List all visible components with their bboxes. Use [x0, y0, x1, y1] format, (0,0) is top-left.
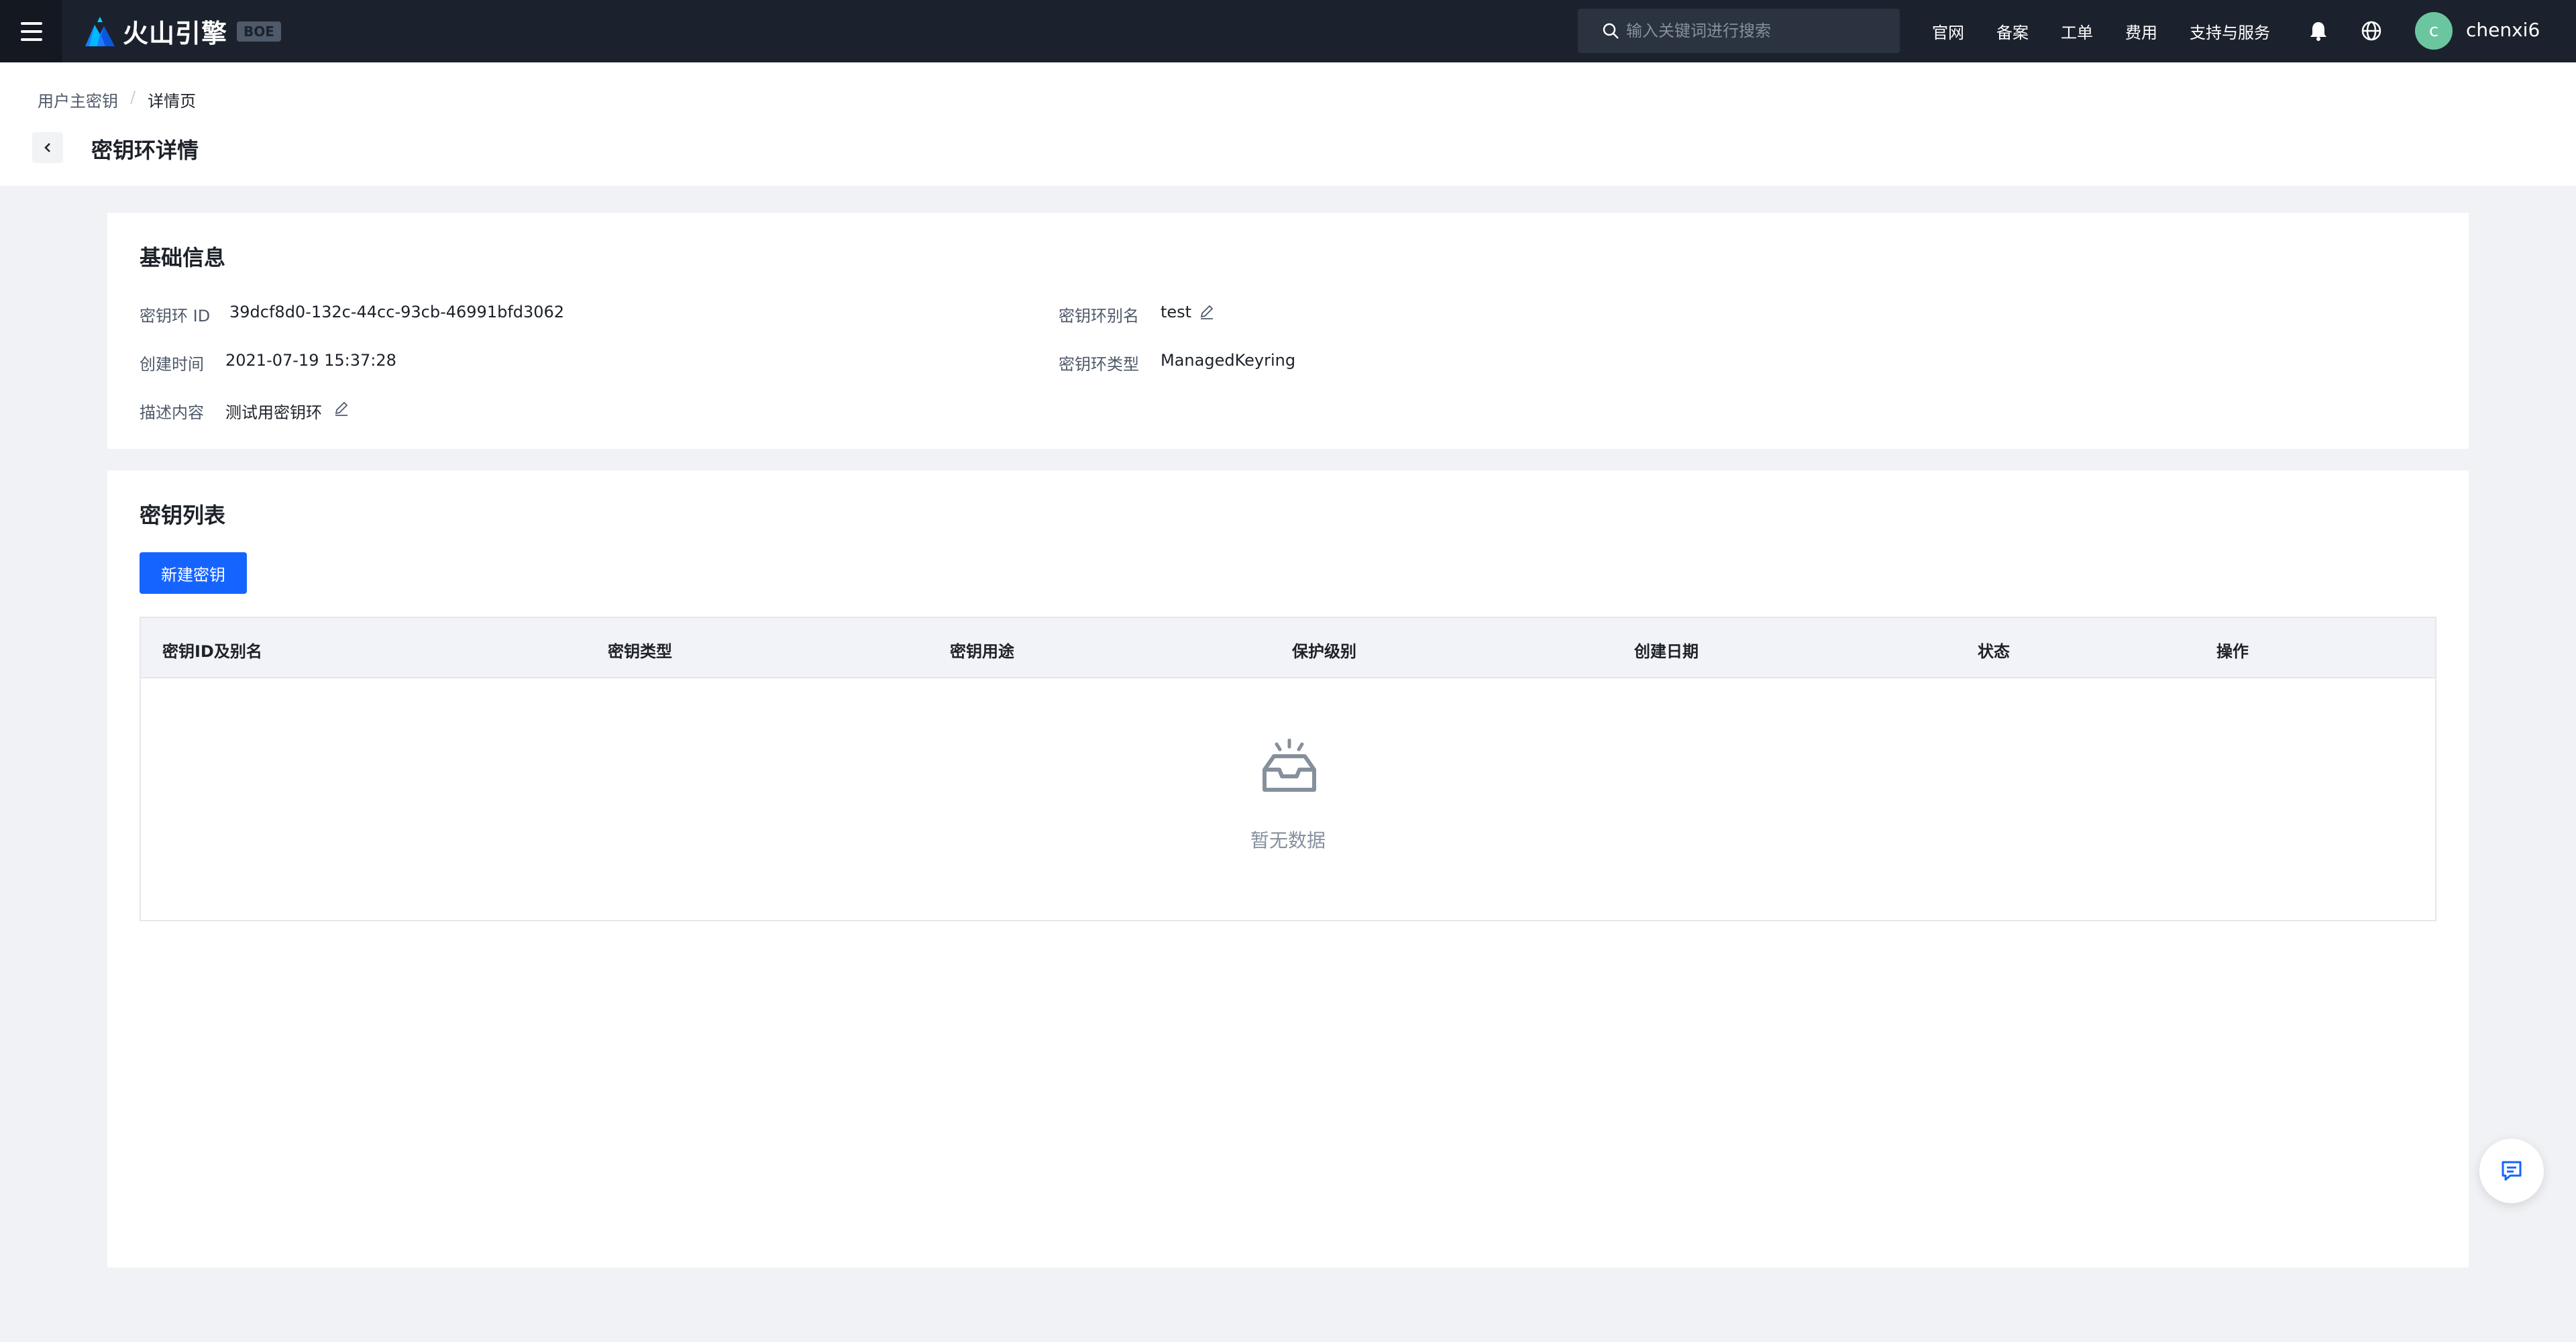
back-button[interactable] [32, 132, 63, 163]
top-navigation-bar: 火山引擎 BOE 官网 备案 工单 费用 支持与服务 c chenxi6 [0, 0, 2576, 62]
key-list-card: 密钥列表 新建密钥 密钥ID及别名 密钥类型 密钥用途 保护级别 创建日期 状态… [107, 470, 2469, 1268]
top-nav-links: 官网 备案 工单 费用 支持与服务 [1932, 0, 2302, 62]
feedback-chat-button[interactable] [2479, 1139, 2544, 1203]
edit-alias-icon[interactable] [1198, 303, 1216, 320]
brand-logo[interactable]: 火山引擎 BOE [83, 13, 281, 50]
language-globe-icon[interactable] [2359, 19, 2383, 43]
column-header-status: 状态 [1978, 642, 2010, 661]
nav-link-filing[interactable]: 备案 [1996, 19, 2029, 43]
description-label: 描述内容 [140, 403, 204, 422]
search-input[interactable] [1625, 21, 1893, 41]
edit-description-icon[interactable] [333, 399, 350, 417]
notification-bell-icon[interactable] [2306, 19, 2330, 43]
key-list-title: 密钥列表 [140, 503, 226, 528]
description-value: 测试用密钥环 [225, 403, 322, 422]
nav-link-official-site[interactable]: 官网 [1932, 19, 1964, 43]
keyring-id-value: 39dcf8d0-132c-44cc-93cb-46991bfd3062 [229, 303, 565, 321]
nav-link-ticket[interactable]: 工单 [2061, 19, 2093, 43]
column-header-key-usage: 密钥用途 [950, 642, 1014, 661]
page-header: 用户主密钥 / 详情页 密钥环详情 [0, 62, 2576, 186]
column-header-key-id: 密钥ID及别名 [162, 642, 262, 661]
created-time-label: 创建时间 [140, 355, 204, 374]
create-key-button[interactable]: 新建密钥 [140, 552, 247, 594]
breadcrumb: 用户主密钥 / 详情页 [38, 88, 196, 111]
column-header-created-date: 创建日期 [1634, 642, 1699, 661]
column-header-key-type: 密钥类型 [608, 642, 672, 661]
column-header-protection-level: 保护级别 [1292, 642, 1356, 661]
nav-link-support[interactable]: 支持与服务 [2190, 19, 2270, 43]
env-badge: BOE [237, 21, 281, 42]
empty-inbox-icon [1263, 739, 1316, 792]
breadcrumb-separator: / [130, 88, 136, 107]
user-avatar[interactable]: c [2415, 12, 2453, 50]
keyring-alias-value: test [1161, 303, 1192, 321]
keyring-alias-label: 密钥环别名 [1059, 307, 1139, 325]
breadcrumb-item-detail: 详情页 [148, 92, 197, 111]
username[interactable]: chenxi6 [2466, 19, 2540, 41]
volcano-logo-icon [85, 16, 115, 46]
basic-info-title: 基础信息 [140, 245, 226, 270]
global-search[interactable] [1578, 9, 1900, 53]
keyring-id-label: 密钥环 ID [140, 307, 211, 325]
chat-icon [2502, 1161, 2522, 1181]
empty-state-text: 暂无数据 [1250, 829, 1326, 851]
nav-link-billing[interactable]: 费用 [2125, 19, 2157, 43]
page-title: 密钥环详情 [91, 138, 199, 163]
search-icon [1603, 23, 1619, 39]
keyring-type-label: 密钥环类型 [1059, 355, 1139, 374]
hamburger-menu-icon[interactable] [0, 0, 62, 62]
breadcrumb-item-user-master-key[interactable]: 用户主密钥 [38, 88, 118, 111]
basic-info-card: 基础信息 密钥环 ID 39dcf8d0-132c-44cc-93cb-4699… [107, 213, 2469, 449]
created-time-value: 2021-07-19 15:37:28 [225, 351, 396, 370]
table-header: 密钥ID及别名 密钥类型 密钥用途 保护级别 创建日期 状态 操作 [141, 618, 2435, 678]
brand-name: 火山引擎 [123, 19, 228, 48]
chevron-left-icon [44, 143, 50, 152]
key-table: 密钥ID及别名 密钥类型 密钥用途 保护级别 创建日期 状态 操作 暂无数据 [140, 617, 2436, 921]
column-header-actions: 操作 [2216, 642, 2249, 661]
keyring-type-value: ManagedKeyring [1161, 351, 1296, 370]
